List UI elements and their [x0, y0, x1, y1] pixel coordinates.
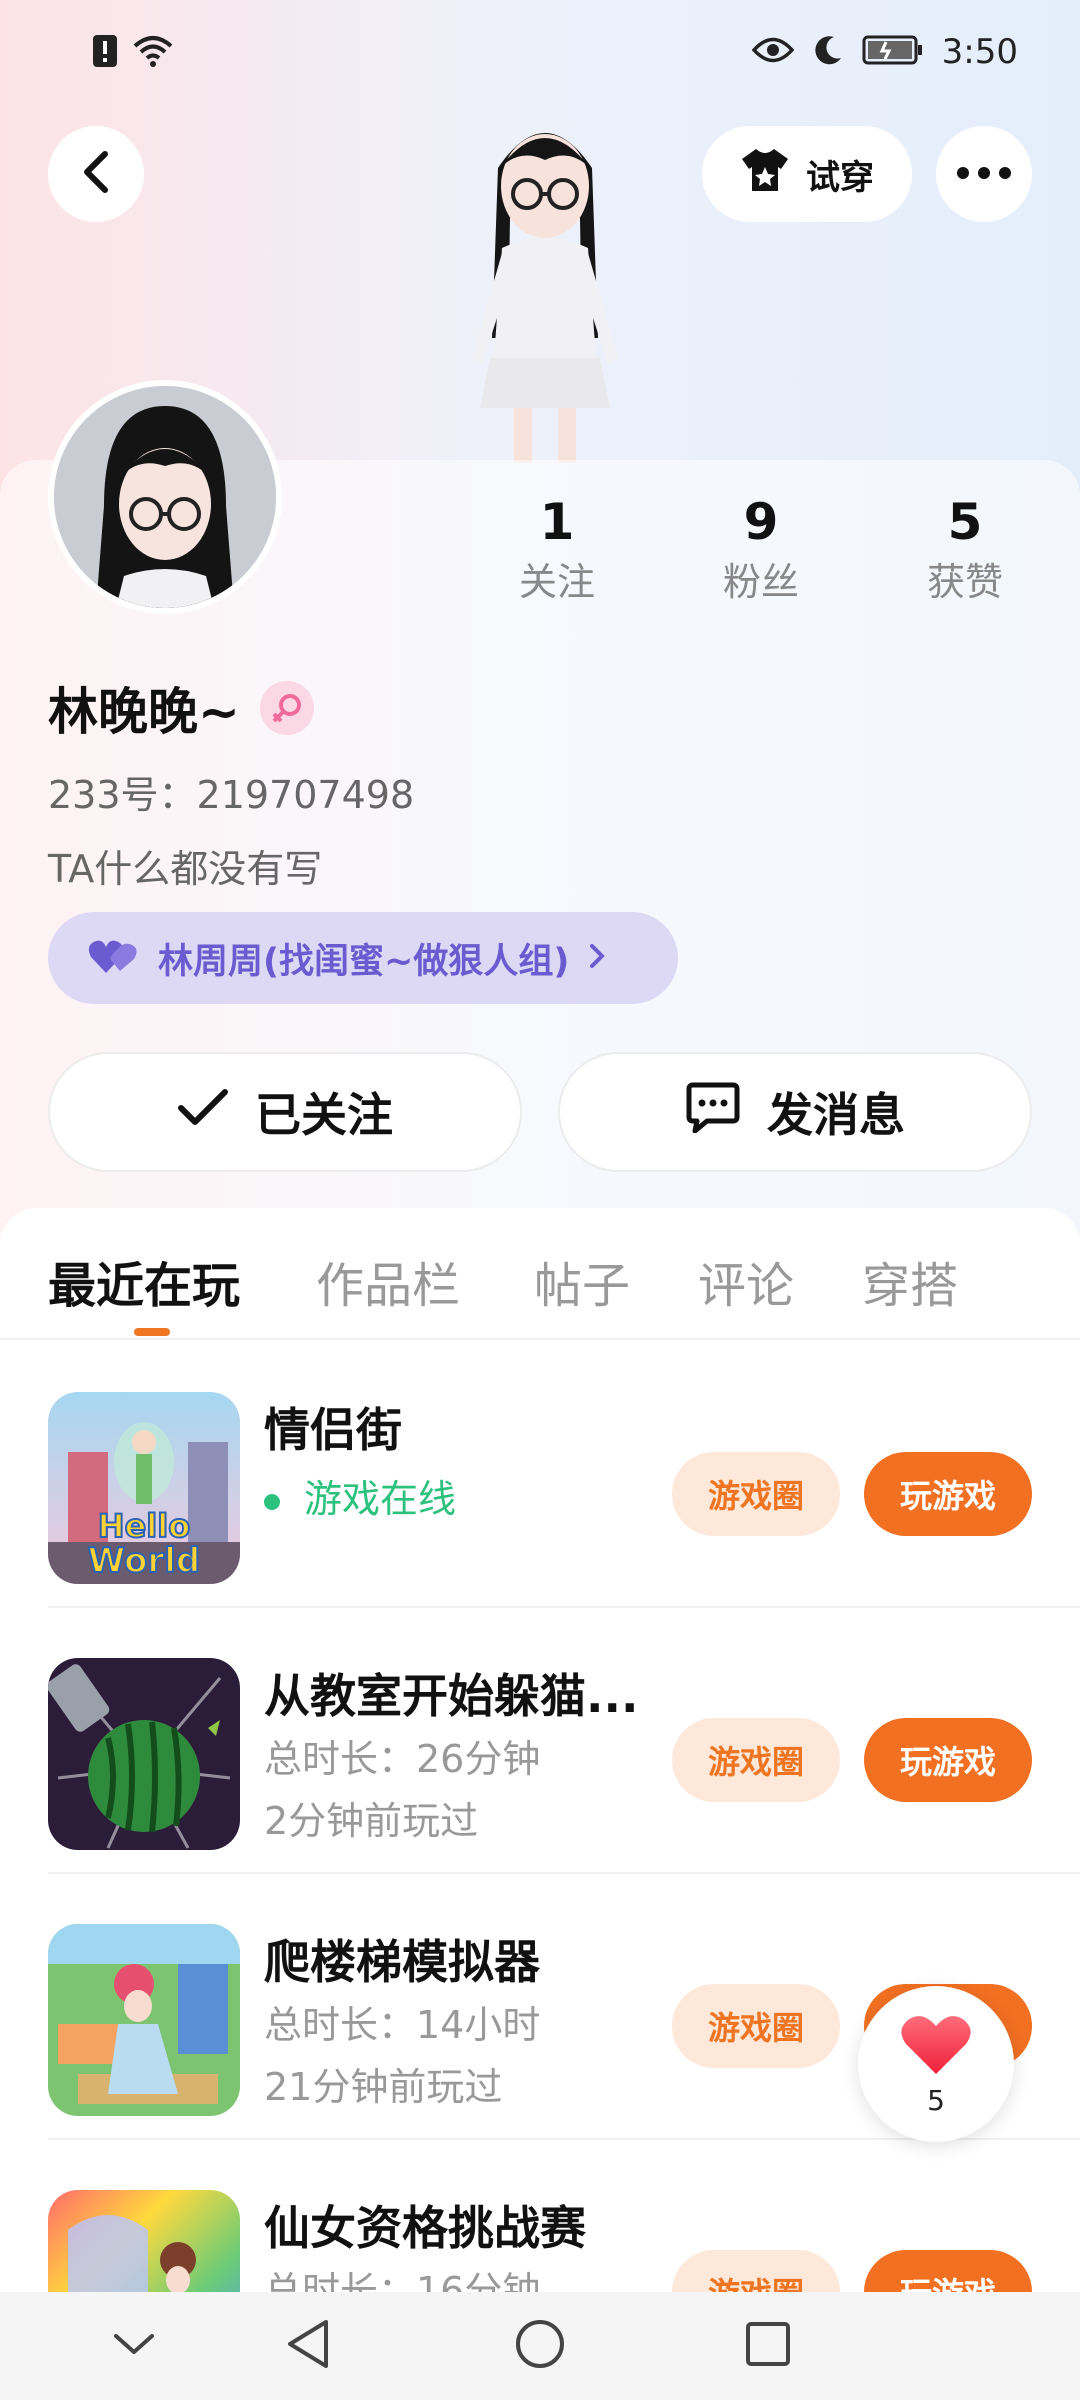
- wifi-icon: [132, 34, 174, 72]
- tab-recently-played[interactable]: 最近在玩: [48, 1246, 240, 1316]
- stat-likes-label: 获赞: [926, 560, 1003, 604]
- tab-bar: 最近在玩 作品栏 帖子 评论 穿搭: [0, 1208, 1080, 1340]
- play-game-button[interactable]: 玩游戏: [864, 1452, 1032, 1536]
- game-title: 爬楼梯模拟器: [264, 1935, 540, 1989]
- stat-likes[interactable]: 5 获赞: [885, 490, 1045, 610]
- followed-button[interactable]: 已关注: [48, 1052, 522, 1172]
- status-bar: 3:50: [0, 0, 1080, 110]
- battery-icon: [862, 34, 924, 70]
- stat-following-label: 关注: [518, 560, 595, 604]
- female-gender-icon: [259, 681, 314, 735]
- floating-like-button[interactable]: 5: [858, 1986, 1014, 2142]
- user-id: 233号：219707498: [48, 773, 415, 817]
- game-row[interactable]: Hello World 情侣街 游戏在线 游戏圈 玩游戏: [48, 1342, 1080, 1608]
- more-button[interactable]: [936, 126, 1032, 222]
- tab-posts[interactable]: 帖子: [534, 1246, 630, 1316]
- nav-home-button[interactable]: [510, 2316, 570, 2376]
- game-row[interactable]: 仙女资格挑战赛 总时长：16分钟 游戏圈 玩游戏: [48, 2140, 1080, 2298]
- try-on-label: 试穿: [806, 157, 874, 198]
- nav-hide-button[interactable]: [104, 2316, 164, 2376]
- back-button[interactable]: [48, 126, 144, 222]
- stat-followers[interactable]: 9 粉丝: [681, 490, 841, 610]
- heart-icon: [900, 2012, 972, 2080]
- relation-tag[interactable]: 林周周(找闺蜜~做狠人组): [48, 912, 678, 1004]
- chevron-left-icon: [81, 150, 111, 198]
- send-message-label: 发消息: [767, 1088, 905, 1142]
- like-count: 5: [927, 2083, 945, 2117]
- game-last-played: 2分钟前玩过: [264, 1799, 479, 1843]
- nav-recents-button[interactable]: [738, 2316, 798, 2376]
- game-circle-button[interactable]: 游戏圈: [672, 1718, 840, 1802]
- game-title: 仙女资格挑战赛: [264, 2201, 586, 2255]
- svg-text:World: World: [88, 1541, 200, 1581]
- stat-followers-label: 粉丝: [722, 560, 799, 604]
- try-on-button[interactable]: 试穿: [702, 126, 912, 222]
- stat-following-count: 1: [539, 493, 575, 551]
- moon-icon: [812, 34, 844, 70]
- play-game-button[interactable]: 玩游戏: [864, 1718, 1032, 1802]
- game-title: 情侣街: [264, 1403, 402, 1457]
- game-title: 从教室开始躲猫...: [264, 1669, 639, 1723]
- profile-name: 林晚晚~: [48, 683, 240, 741]
- online-dot-icon: [264, 1493, 280, 1510]
- game-icon[interactable]: Hello World: [48, 1392, 240, 1584]
- circle-home-icon: [514, 2318, 566, 2374]
- game-status-text: 游戏在线: [304, 1477, 457, 1521]
- chat-bubble-icon: [685, 1081, 741, 1144]
- double-heart-icon: [88, 937, 140, 979]
- profile-stats: 1 关注 9 粉丝 5 获赞: [0, 490, 1080, 620]
- game-last-played: 21分钟前玩过: [264, 2065, 503, 2109]
- system-navigation-bar: [0, 2292, 1080, 2400]
- check-icon: [177, 1085, 229, 1139]
- send-message-button[interactable]: 发消息: [558, 1052, 1032, 1172]
- tab-outfits[interactable]: 穿搭: [862, 1246, 958, 1316]
- clock-time: 3:50: [941, 32, 1018, 72]
- play-game-button[interactable]: 玩游戏: [864, 2250, 1032, 2298]
- tab-indicator: [134, 1328, 170, 1336]
- game-row[interactable]: 从教室开始躲猫... 总时长：26分钟 2分钟前玩过 游戏圈 玩游戏: [48, 1608, 1080, 1874]
- game-icon[interactable]: [48, 2190, 240, 2298]
- tab-works[interactable]: 作品栏: [316, 1246, 460, 1316]
- triangle-back-icon: [284, 2318, 332, 2374]
- relation-text: 林周周(找闺蜜~做狠人组): [158, 941, 570, 982]
- tshirt-icon: [740, 147, 790, 202]
- game-total-time: 总时长：26分钟: [264, 1737, 541, 1781]
- alert-icon: [92, 34, 118, 72]
- avatar-character-figure: [420, 108, 670, 463]
- stat-following[interactable]: 1 关注: [477, 490, 637, 610]
- game-status: 游戏在线: [264, 1468, 456, 1523]
- user-bio: TA什么都没有写: [48, 847, 323, 891]
- tab-comments[interactable]: 评论: [698, 1246, 794, 1316]
- followed-label: 已关注: [255, 1088, 393, 1142]
- square-recents-icon: [744, 2320, 792, 2372]
- game-total-time: 总时长：14小时: [264, 2003, 541, 2047]
- svg-text:Hello: Hello: [98, 1507, 190, 1545]
- stat-followers-count: 9: [743, 493, 779, 551]
- more-dots-icon: [956, 165, 1012, 184]
- eye-icon: [751, 35, 795, 69]
- profile-name-row: 林晚晚~: [48, 672, 314, 744]
- game-icon[interactable]: [48, 1658, 240, 1850]
- game-circle-button[interactable]: 游戏圈: [672, 1984, 840, 2068]
- nav-back-button[interactable]: [278, 2316, 338, 2376]
- game-icon[interactable]: [48, 1924, 240, 2116]
- game-circle-button[interactable]: 游戏圈: [672, 1452, 840, 1536]
- stat-likes-count: 5: [947, 493, 983, 551]
- game-circle-button[interactable]: 游戏圈: [672, 2250, 840, 2298]
- chevron-right-icon: [587, 941, 607, 975]
- chevron-down-icon: [112, 2330, 156, 2362]
